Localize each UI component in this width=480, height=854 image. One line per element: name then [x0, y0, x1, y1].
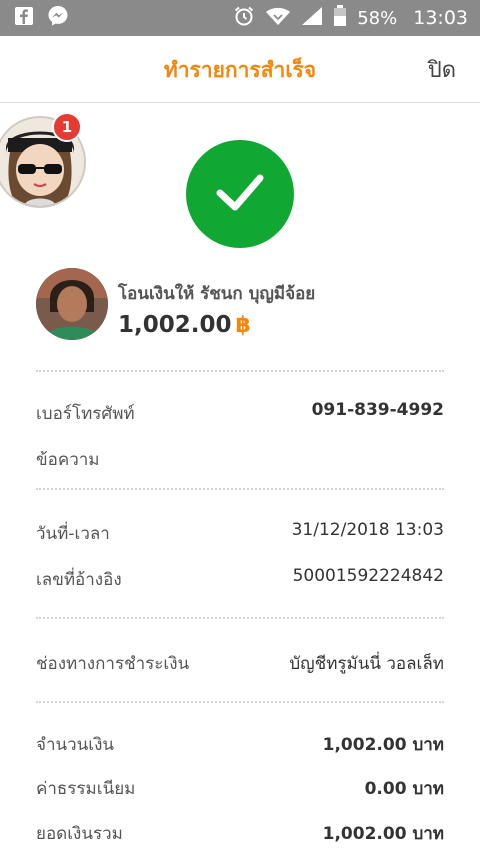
total-label: ยอดเงินรวม [36, 824, 123, 844]
page-title: ทำรายการสำเร็จ [163, 58, 317, 82]
reference-value: 50001592224842 [292, 566, 444, 586]
fee-value: 0.00 บาท [364, 779, 444, 799]
system-indicators: 58% 13:03 [233, 4, 480, 32]
chat-head-bubble[interactable]: 1 [0, 112, 86, 208]
divider [36, 488, 444, 490]
notification-badge: 1 [52, 112, 82, 142]
total-value: 1,002.00 บาท [322, 824, 444, 844]
alarm-icon [233, 5, 255, 32]
amount-value: 1,002.00 บาท [322, 735, 444, 755]
clock-time: 13:03 [413, 7, 468, 29]
wifi-icon [265, 6, 291, 31]
close-button[interactable]: ปิด [428, 52, 456, 87]
fee-label: ค่าธรรมเนียม [36, 779, 136, 799]
datetime-label: วันที่-เวลา [36, 524, 110, 544]
phone-label: เบอร์โทรศัพท์ [36, 404, 135, 424]
payment-channel-value: บัญชีทรูมันนี่ วอลเล็ท [289, 654, 444, 674]
message-label: ข้อความ [36, 450, 100, 470]
baht-icon: ฿ [235, 313, 251, 338]
notification-icons [0, 4, 70, 32]
signal-icon [301, 6, 323, 31]
divider [36, 370, 444, 372]
check-icon [208, 160, 272, 228]
battery-icon [333, 4, 347, 32]
divider [36, 617, 444, 619]
facebook-icon [14, 6, 34, 30]
recipient-name: โอนเงินให้ รัชนก บุญมีจ้อย [118, 284, 316, 304]
recipient-avatar [36, 268, 108, 340]
battery-percent: 58% [357, 7, 398, 29]
app-header: ทำรายการสำเร็จ ปิด [0, 36, 480, 103]
reference-label: เลขที่อ้างอิง [36, 570, 122, 590]
transfer-amount: 1,002.00 ฿ [118, 312, 251, 338]
payment-channel-label: ช่องทางการชำระเงิน [36, 654, 190, 674]
success-indicator [186, 140, 294, 248]
messenger-icon [46, 4, 70, 32]
phone-value: 091-839-4992 [311, 400, 444, 420]
transfer-amount-value: 1,002.00 [118, 312, 232, 338]
status-bar: 58% 13:03 [0, 0, 480, 36]
datetime-value: 31/12/2018 13:03 [291, 520, 444, 540]
divider [36, 701, 444, 703]
amount-label: จำนวนเงิน [36, 735, 115, 755]
